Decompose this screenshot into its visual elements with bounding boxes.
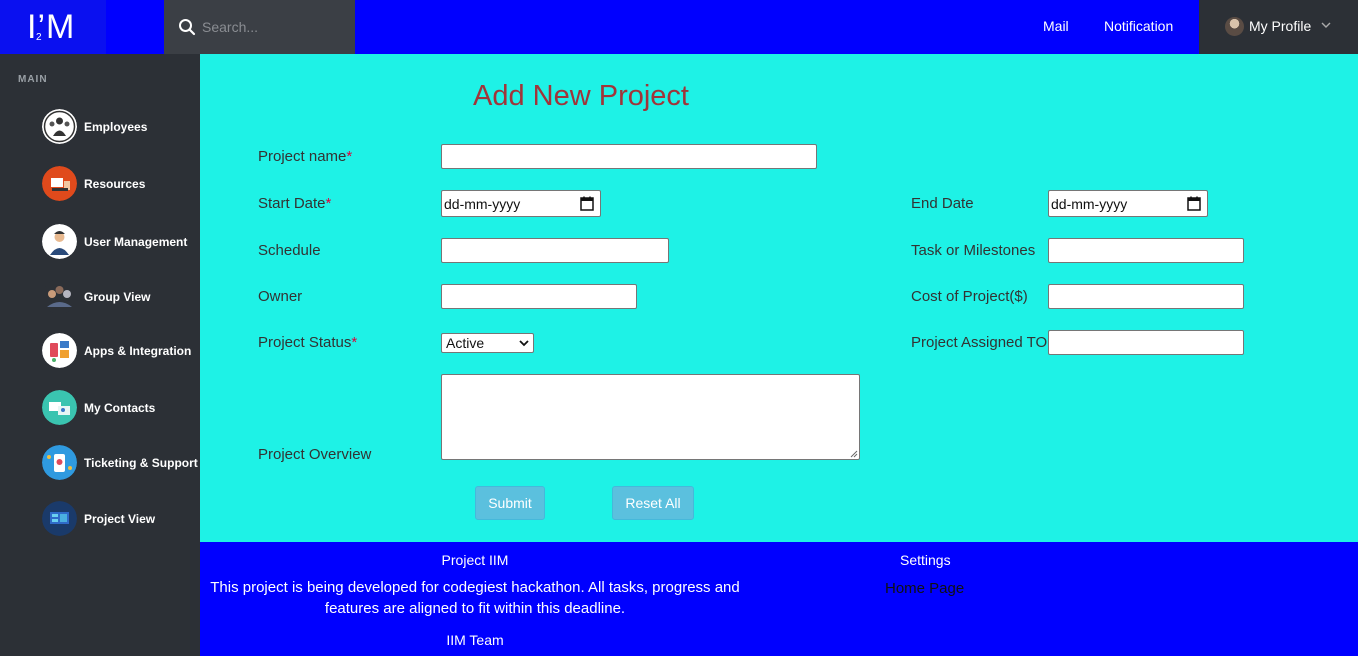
group-view-icon xyxy=(42,279,77,314)
calendar-icon[interactable] xyxy=(580,196,594,211)
contacts-icon xyxy=(42,390,77,425)
end-date-label: End Date xyxy=(911,195,974,212)
sidebar-item-ticketing-support[interactable]: Ticketing & Support xyxy=(42,445,200,481)
assigned-label: Project Assigned TO xyxy=(911,334,1048,351)
project-view-icon xyxy=(42,501,77,536)
cost-input[interactable] xyxy=(1048,284,1244,309)
overview-textarea[interactable] xyxy=(441,374,860,460)
status-select[interactable]: Active xyxy=(441,333,534,353)
top-navbar: I’M 2 Mail Notification My Profile xyxy=(0,0,1358,54)
logo-text: I’M xyxy=(27,8,76,46)
search-icon[interactable] xyxy=(178,18,196,36)
sidebar-item-label: Resources xyxy=(84,177,146,191)
reset-button[interactable]: Reset All xyxy=(612,486,694,520)
home-page-link[interactable]: Home Page xyxy=(885,580,964,597)
schedule-input[interactable] xyxy=(441,238,669,263)
start-date-input[interactable]: dd-mm-yyyy xyxy=(441,190,601,217)
logo-subscript: 2 xyxy=(36,32,42,43)
sidebar-item-label: My Contacts xyxy=(84,401,156,415)
date-placeholder: dd-mm-yyyy xyxy=(444,196,521,212)
sidebar-item-resources[interactable]: Resources xyxy=(42,166,200,202)
footer: Project IIM This project is being develo… xyxy=(200,542,1358,656)
sidebar-section-label: MAIN xyxy=(18,74,48,85)
search-box xyxy=(164,0,355,54)
sidebar-item-project-view[interactable]: Project View xyxy=(42,501,200,537)
resources-icon xyxy=(42,166,77,201)
footer-project-title: Project IIM xyxy=(441,552,509,568)
notification-link[interactable]: Notification xyxy=(1104,18,1173,34)
status-value: Active xyxy=(446,335,485,351)
user-management-icon xyxy=(42,224,77,259)
ticketing-icon xyxy=(42,445,77,480)
app-logo[interactable]: I’M 2 xyxy=(0,0,106,54)
date-placeholder: dd-mm-yyyy xyxy=(1051,196,1128,212)
sidebar-item-label: Employees xyxy=(84,120,148,134)
sidebar-item-group-view[interactable]: Group View xyxy=(42,279,200,315)
resize-grip-icon[interactable] xyxy=(850,450,858,458)
required-mark: * xyxy=(351,334,358,351)
apps-integration-icon xyxy=(42,333,77,368)
sidebar: MAIN Employees Resources User Management… xyxy=(0,54,200,656)
start-date-label: Start Date* xyxy=(258,195,332,212)
project-name-label: Project name* xyxy=(258,148,353,165)
chevron-down-icon xyxy=(1321,22,1331,28)
submit-button[interactable]: Submit xyxy=(475,486,545,520)
sidebar-item-employees[interactable]: Employees xyxy=(42,109,200,145)
overview-label: Project Overview xyxy=(258,446,372,463)
footer-settings-heading: Settings xyxy=(900,552,951,568)
footer-team: IIM Team xyxy=(446,632,504,648)
end-date-input[interactable]: dd-mm-yyyy xyxy=(1048,190,1208,217)
assigned-input[interactable] xyxy=(1048,330,1244,355)
sidebar-item-user-management[interactable]: User Management xyxy=(42,224,200,260)
owner-input[interactable] xyxy=(441,284,637,309)
avatar xyxy=(1225,17,1244,36)
calendar-icon[interactable] xyxy=(1187,196,1201,211)
project-name-input[interactable] xyxy=(441,144,817,169)
search-input[interactable] xyxy=(202,16,347,38)
chevron-down-icon xyxy=(519,340,529,347)
sidebar-item-my-contacts[interactable]: My Contacts xyxy=(42,390,200,426)
footer-description: This project is being developed for code… xyxy=(210,579,740,617)
milestones-input[interactable] xyxy=(1048,238,1244,263)
required-mark: * xyxy=(325,195,332,212)
profile-menu[interactable]: My Profile xyxy=(1199,0,1358,54)
sidebar-item-apps-integration[interactable]: Apps & Integration xyxy=(42,333,200,369)
employees-icon xyxy=(42,109,77,144)
sidebar-item-label: Group View xyxy=(84,290,151,304)
mail-link[interactable]: Mail xyxy=(1043,18,1069,34)
milestones-label: Task or Milestones xyxy=(911,242,1036,259)
sidebar-item-label: Project View xyxy=(84,512,156,526)
owner-label: Owner xyxy=(258,288,303,305)
schedule-label: Schedule xyxy=(258,242,321,259)
cost-label: Cost of Project($) xyxy=(911,288,1028,305)
page-title: Add New Project xyxy=(473,80,689,112)
sidebar-item-label: User Management xyxy=(84,235,188,249)
sidebar-item-label: Ticketing & Support xyxy=(84,456,198,470)
required-mark: * xyxy=(346,148,353,165)
status-label: Project Status* xyxy=(258,334,358,351)
sidebar-item-label: Apps & Integration xyxy=(84,344,192,358)
profile-label: My Profile xyxy=(1249,18,1312,34)
